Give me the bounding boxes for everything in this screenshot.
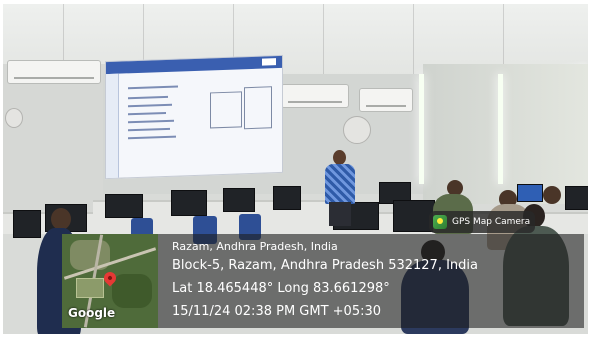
left-wall bbox=[3, 64, 113, 214]
location-place: Razam, Andhra Pradesh, India bbox=[172, 240, 338, 253]
map-field bbox=[76, 278, 104, 298]
presenter-legs bbox=[329, 202, 351, 226]
gps-map-camera-badge: GPS Map Camera bbox=[429, 211, 535, 233]
map-attribution: Google bbox=[68, 306, 116, 320]
computer-monitor bbox=[517, 184, 543, 202]
student-head bbox=[51, 208, 71, 230]
projector-screen bbox=[105, 54, 283, 180]
student-head bbox=[543, 186, 561, 204]
slide-text-line bbox=[128, 127, 170, 132]
location-datetime: 15/11/24 02:38 PM GMT +05:30 bbox=[172, 304, 382, 319]
slide-diagram bbox=[244, 86, 272, 130]
slide-diagram bbox=[210, 91, 242, 129]
gps-app-name: GPS Map Camera bbox=[452, 217, 531, 227]
slide-logo bbox=[262, 58, 276, 66]
wall-fan bbox=[343, 116, 371, 144]
gps-camera-icon bbox=[433, 215, 447, 229]
presenter-head bbox=[333, 150, 346, 165]
window-light bbox=[498, 74, 503, 184]
slide-text-line bbox=[128, 95, 168, 100]
slide-text-line bbox=[128, 135, 176, 140]
computer-monitor bbox=[565, 186, 588, 210]
slide-text-line bbox=[128, 119, 174, 124]
slide-text-line bbox=[128, 103, 172, 108]
computer-monitor bbox=[171, 190, 207, 216]
slide-text-line bbox=[128, 111, 166, 116]
air-conditioner bbox=[281, 84, 349, 108]
location-coordinates: Lat 18.465448° Long 83.661298° bbox=[172, 281, 390, 296]
computer-monitor bbox=[13, 210, 41, 238]
wall-fan bbox=[5, 108, 23, 128]
window-light bbox=[419, 74, 424, 184]
location-address: Block-5, Razam, Andhra Pradesh 532127, I… bbox=[172, 258, 478, 273]
computer-monitor bbox=[105, 194, 143, 218]
presenter bbox=[325, 164, 355, 204]
slide-text-line bbox=[128, 85, 178, 90]
computer-monitor bbox=[273, 186, 301, 210]
slide-sidebar bbox=[106, 73, 119, 179]
air-conditioner bbox=[359, 88, 413, 112]
mini-map: Google bbox=[62, 234, 158, 328]
air-conditioner bbox=[7, 60, 101, 84]
computer-monitor bbox=[223, 188, 255, 212]
